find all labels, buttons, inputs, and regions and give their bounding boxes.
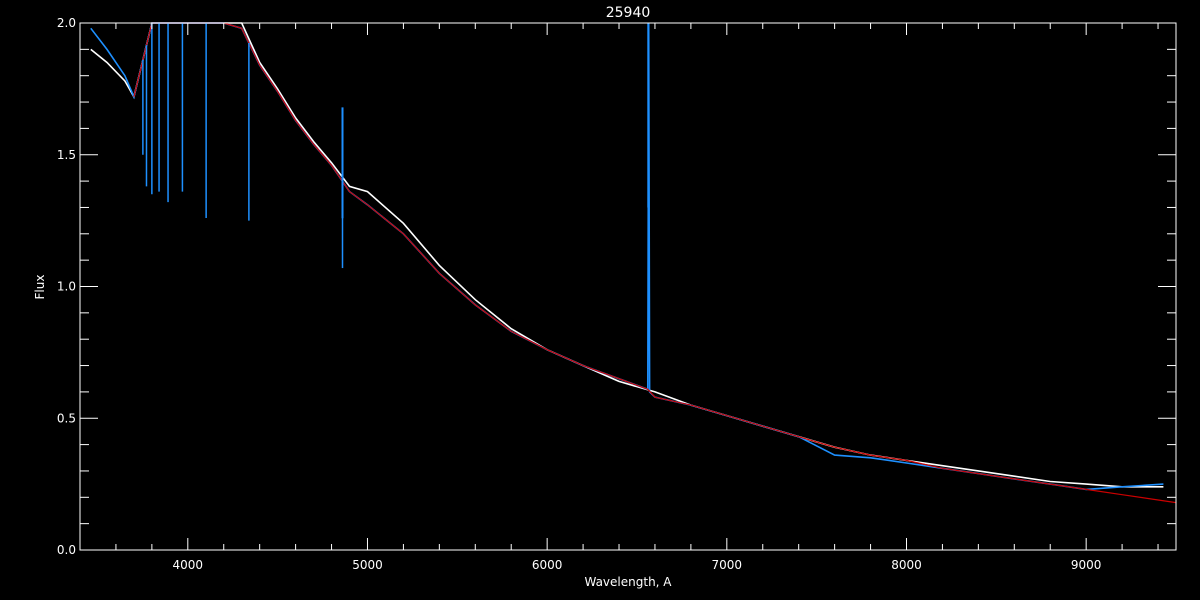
chart-title: 25940 xyxy=(606,5,651,21)
y-tick-label: 1.0 xyxy=(57,280,76,294)
x-tick-label: 5000 xyxy=(352,558,383,572)
x-tick-label: 8000 xyxy=(891,558,922,572)
y-tick-label: 1.5 xyxy=(57,148,76,162)
y-tick-label: 2.0 xyxy=(57,16,76,30)
spectrum-chart: 4000 5000 6000 7000 8000 9000 0.0 0.5 1.0 1.5 2.0… xyxy=(0,0,1200,600)
y-axis-label: Flux xyxy=(33,275,47,300)
x-axis-label: Wavelength, A xyxy=(584,575,672,589)
x-tick-label: 4000 xyxy=(173,558,204,572)
x-tick-label: 9000 xyxy=(1071,558,1102,572)
y-tick-label: 0.5 xyxy=(57,411,76,425)
y-tick-label: 0.0 xyxy=(57,543,76,557)
chart-background xyxy=(0,0,1200,600)
x-tick-label: 7000 xyxy=(712,558,743,572)
x-tick-label: 6000 xyxy=(532,558,563,572)
